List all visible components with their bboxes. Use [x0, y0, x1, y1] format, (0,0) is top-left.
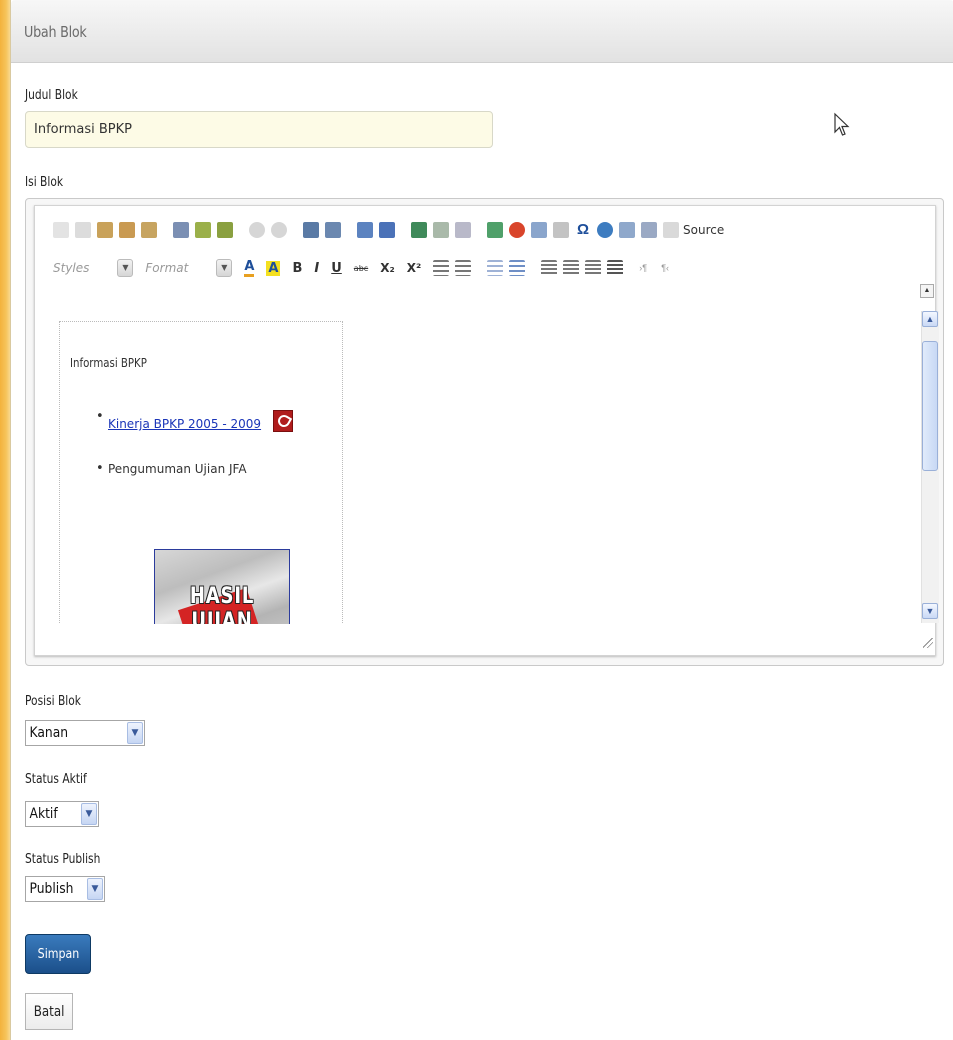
position-select-value: Kanan — [29, 725, 69, 741]
scroll-thumb[interactable] — [922, 341, 938, 471]
exam-result-banner-image: HASIL UJIAN — [154, 549, 290, 624]
panel-title: Ubah Blok — [24, 23, 87, 41]
content-heading: Informasi BPKP — [70, 356, 147, 370]
align-right-icon[interactable] — [585, 260, 602, 276]
active-status-select[interactable]: Aktif ▼ — [25, 801, 99, 827]
remove-format-icon[interactable] — [379, 222, 395, 238]
list-item: Pengumuman Ujian JFA — [96, 461, 293, 476]
list-item: Kinerja BPKP 2005 - 2009 — [96, 409, 293, 432]
templates-icon[interactable] — [619, 222, 635, 238]
spellcheck-as-you-type-icon[interactable] — [217, 222, 233, 238]
content-list: Kinerja BPKP 2005 - 2009 Pengumuman Ujia… — [96, 409, 293, 506]
italic-icon[interactable]: I — [314, 261, 319, 276]
link-icon[interactable] — [411, 222, 427, 238]
cut-icon[interactable] — [53, 222, 69, 238]
source-icon — [663, 222, 679, 238]
panel-header: Ubah Blok — [11, 0, 953, 63]
editor-content-area[interactable]: Informasi BPKP Kinerja BPKP 2005 - 2009 … — [43, 284, 917, 624]
styles-placeholder: Styles — [53, 261, 90, 275]
flash-icon[interactable] — [509, 222, 525, 238]
subscript-icon[interactable]: X₂ — [380, 261, 395, 275]
source-label: Source — [683, 223, 725, 237]
horizontal-rule-icon[interactable] — [553, 222, 569, 238]
publish-status-label: Status Publish — [25, 852, 101, 867]
text-color-icon[interactable]: A — [244, 259, 255, 277]
editor-toolbar-row-1: Ω Source — [53, 218, 724, 242]
chevron-down-icon: ▼ — [127, 722, 143, 744]
justify-icon[interactable] — [607, 260, 624, 276]
underline-icon[interactable]: U — [331, 261, 342, 276]
align-center-icon[interactable] — [563, 260, 580, 276]
list-item-text: Pengumuman Ujian JFA — [108, 462, 247, 476]
replace-icon[interactable] — [325, 222, 341, 238]
iframe-icon[interactable] — [597, 222, 613, 238]
align-left-icon[interactable] — [541, 260, 558, 276]
paste-icon[interactable] — [97, 222, 113, 238]
strikethrough-icon[interactable]: abc — [354, 264, 368, 273]
content-link[interactable]: Kinerja BPKP 2005 - 2009 — [108, 417, 261, 431]
scroll-down-icon[interactable]: ▼ — [922, 603, 938, 619]
editor-frame: Ω Source Styles ▼ Format ▼ A A B I U abc… — [34, 205, 939, 656]
pdf-icon — [272, 410, 293, 432]
resize-grip-icon[interactable] — [923, 638, 933, 648]
special-char-icon[interactable]: Ω — [575, 222, 591, 238]
text-direction-ltr-icon[interactable]: ›¶ — [639, 260, 655, 276]
editor-toolbar-row-2: Styles ▼ Format ▼ A A B I U abc X₂ X² ›¶… — [53, 256, 683, 280]
image-icon[interactable] — [487, 222, 503, 238]
redo-icon[interactable] — [271, 222, 287, 238]
chevron-down-icon: ▼ — [87, 878, 103, 900]
bold-icon[interactable]: B — [292, 261, 302, 276]
save-button[interactable]: Simpan — [25, 934, 91, 974]
active-status-select-value: Aktif — [29, 806, 58, 822]
indent-icon[interactable] — [509, 260, 526, 276]
copy-icon[interactable] — [75, 222, 91, 238]
styles-dropdown-icon: ▼ — [117, 259, 134, 277]
bulleted-list-icon[interactable] — [455, 260, 472, 276]
select-all-icon[interactable] — [357, 222, 373, 238]
banner-text: HASIL UJIAN — [189, 584, 255, 624]
title-input[interactable] — [25, 111, 493, 148]
undo-icon[interactable] — [249, 222, 265, 238]
source-button[interactable]: Source — [663, 222, 724, 238]
content-block: Informasi BPKP Kinerja BPKP 2005 - 2009 … — [59, 321, 343, 624]
format-dropdown-icon: ▼ — [216, 259, 233, 277]
position-label: Posisi Blok — [25, 694, 81, 709]
numbered-list-icon[interactable] — [433, 260, 450, 276]
chevron-down-icon: ▼ — [81, 803, 97, 825]
title-label: Judul Blok — [25, 88, 78, 103]
spellcheck-icon[interactable] — [195, 222, 211, 238]
paste-word-icon[interactable] — [141, 222, 157, 238]
table-icon[interactable] — [531, 222, 547, 238]
print-icon[interactable] — [173, 222, 189, 238]
paste-text-icon[interactable] — [119, 222, 135, 238]
cancel-button-label: Batal — [33, 1003, 65, 1020]
unlink-icon[interactable] — [433, 222, 449, 238]
editor-scrollbar[interactable]: ▲ ▼ — [921, 311, 939, 623]
outdent-icon[interactable] — [487, 260, 504, 276]
find-icon[interactable] — [303, 222, 319, 238]
position-select[interactable]: Kanan ▼ — [25, 720, 145, 746]
superscript-icon[interactable]: X² — [407, 261, 422, 275]
background-color-icon[interactable]: A — [266, 260, 281, 276]
scroll-up-icon[interactable]: ▲ — [922, 311, 938, 327]
format-placeholder: Format — [145, 261, 189, 275]
styles-combo[interactable]: Styles ▼ — [53, 258, 134, 278]
anchor-icon[interactable] — [455, 222, 471, 238]
preview-icon[interactable] — [641, 222, 657, 238]
rich-text-editor: Ω Source Styles ▼ Format ▼ A A B I U abc… — [25, 198, 944, 666]
publish-status-select-value: Publish — [29, 881, 74, 897]
publish-status-select[interactable]: Publish ▼ — [25, 876, 105, 902]
text-direction-rtl-icon[interactable]: ¶‹ — [661, 260, 677, 276]
cancel-button[interactable]: Batal — [25, 993, 73, 1030]
edit-block-panel: Ubah Blok Judul Blok Isi Blok — [10, 0, 953, 1040]
format-combo[interactable]: Format ▼ — [145, 258, 233, 278]
mouse-pointer-icon — [834, 112, 850, 136]
collapse-toolbar-button[interactable]: ▲ — [920, 284, 934, 298]
active-status-label: Status Aktif — [25, 772, 87, 787]
save-button-label: Simpan — [37, 946, 79, 962]
content-label: Isi Blok — [25, 175, 64, 190]
